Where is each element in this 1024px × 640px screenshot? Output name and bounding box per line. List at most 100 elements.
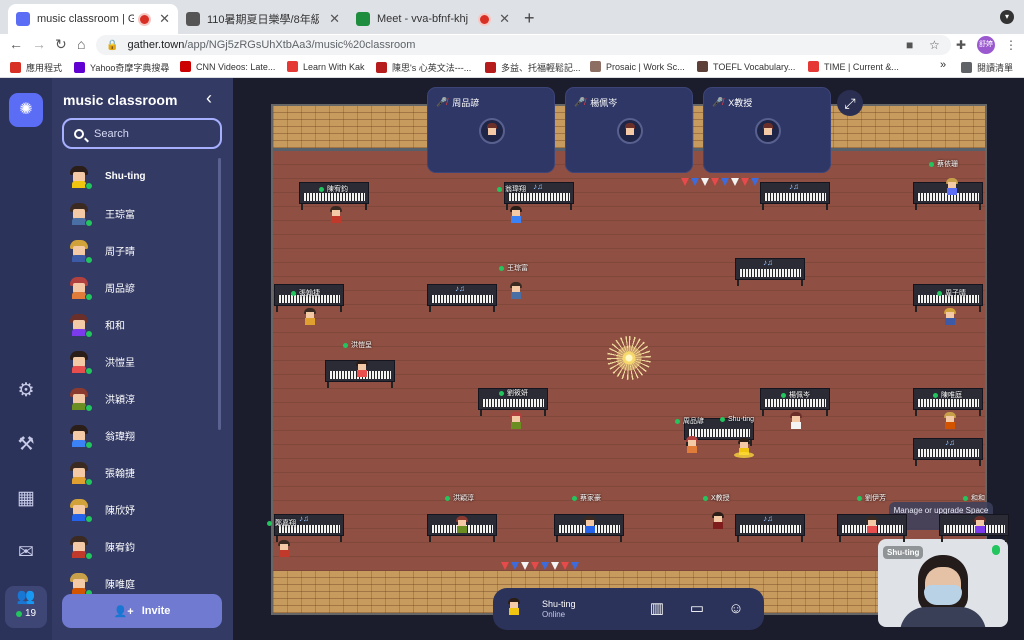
- video-tile-zhou-pinyan[interactable]: 🎤̸ 周品諺: [427, 87, 555, 173]
- player-avatar[interactable]: [945, 178, 959, 196]
- bookmark-toefl[interactable]: TOEFL Vocabulary...: [697, 61, 795, 72]
- video-tile-yang-peicen[interactable]: 🎤̸ 楊佩岑: [565, 87, 693, 173]
- participant-item[interactable]: 王琮富: [62, 195, 220, 232]
- player-avatar[interactable]: [329, 206, 343, 224]
- expand-video-icon[interactable]: ⤢: [837, 90, 863, 116]
- player-name-label: 陳唯庭: [933, 390, 962, 400]
- game-viewport[interactable]: 🎤̸ 周品諺 🎤̸ 楊佩岑 🎤̸ X教授 ⤢ Manage or upgrade Sp…: [233, 78, 1024, 640]
- player-avatar[interactable]: [509, 206, 523, 224]
- invite-button[interactable]: 👤+ Invite: [62, 594, 222, 628]
- bookmark-star-icon[interactable]: ☆: [929, 38, 940, 52]
- back-icon[interactable]: ←: [9, 36, 23, 52]
- new-tab-icon[interactable]: +: [524, 8, 535, 29]
- tab-summer-class[interactable]: 110暑期夏日樂學/8年級 ✕: [178, 4, 348, 34]
- search-input[interactable]: [94, 127, 204, 140]
- participant-item[interactable]: 張翰捷: [62, 454, 220, 491]
- participant-item[interactable]: 陳宥鈞: [62, 528, 220, 565]
- participant-item[interactable]: 翁瑋翔: [62, 417, 220, 454]
- online-status-icon: [85, 514, 93, 523]
- reload-icon[interactable]: ↻: [55, 36, 67, 53]
- gather-logo-icon[interactable]: ✺: [9, 93, 43, 127]
- bookmarks-overflow[interactable]: »: [940, 59, 946, 71]
- emote-smiley-icon[interactable]: ☺: [725, 598, 747, 620]
- player-avatar[interactable]: [943, 308, 957, 326]
- video-tile-professor-x[interactable]: 🎤̸ X教授: [703, 87, 831, 173]
- bookmark-toefl-vocab[interactable]: 多益、托福輕鬆記...: [485, 61, 581, 74]
- tab-gather[interactable]: music classroom | Gather ✕: [8, 4, 178, 34]
- self-camera-preview[interactable]: Shu-ting: [878, 539, 1008, 627]
- player-avatar[interactable]: [509, 282, 523, 300]
- participant-item[interactable]: 和和: [62, 306, 220, 343]
- player-avatar[interactable]: [355, 360, 369, 378]
- extensions-icon[interactable]: ✚: [956, 38, 966, 52]
- build-hammer-icon[interactable]: ⚒: [13, 432, 39, 458]
- player-avatar[interactable]: [455, 516, 469, 534]
- player-avatar[interactable]: [277, 540, 291, 558]
- address-bar[interactable]: 🔒 gather.town/app/NGj5zRGsUhXtbAa3/music…: [96, 35, 951, 55]
- bookmark-cnn[interactable]: CNN Videos: Late...: [180, 61, 275, 72]
- player-avatar[interactable]: [583, 516, 597, 534]
- tab-search-icon[interactable]: ▾: [1000, 10, 1014, 24]
- participant-name: 王琮富: [105, 210, 135, 221]
- forward-icon[interactable]: →: [32, 36, 46, 52]
- player-avatar[interactable]: [509, 412, 523, 430]
- player-name-label: 周品諺: [675, 416, 704, 426]
- participant-item[interactable]: 周品諺: [62, 269, 220, 306]
- player-name-label: Shu-ting: [720, 416, 754, 423]
- tab-title: music classroom | Gather: [37, 13, 135, 25]
- calendar-icon[interactable]: ▦: [13, 486, 39, 512]
- home-icon[interactable]: ⌂: [77, 36, 85, 52]
- participant-avatar: [68, 350, 93, 375]
- participants-button[interactable]: 👥 19: [5, 586, 47, 628]
- search-icon: [74, 128, 84, 139]
- player-avatar[interactable]: [303, 308, 317, 326]
- bookmark-yahoo-dict[interactable]: Yahoo奇摩字典搜尋: [74, 61, 169, 74]
- minimap-icon[interactable]: ▥: [646, 598, 668, 620]
- participant-list-scrollbar[interactable]: [218, 158, 221, 430]
- participant-avatar: [68, 165, 93, 190]
- participant-avatar: [68, 202, 93, 227]
- player-avatar[interactable]: [711, 512, 725, 530]
- player-avatar[interactable]: [685, 436, 699, 454]
- participant-item[interactable]: 洪穎淳: [62, 380, 220, 417]
- bookmark-kak[interactable]: Learn With Kak: [287, 61, 365, 72]
- self-avatar[interactable]: [507, 598, 525, 618]
- chat-icon[interactable]: ✉: [13, 540, 39, 566]
- reading-list-icon: [961, 62, 972, 73]
- player-avatar[interactable]: [973, 516, 987, 534]
- participant-item[interactable]: 周子晴: [62, 232, 220, 269]
- browser-tab-bar: music classroom | Gather ✕ 110暑期夏日樂學/8年級…: [0, 0, 1024, 34]
- self-player-avatar[interactable]: [734, 438, 754, 458]
- grammar-site-icon: [376, 62, 387, 73]
- participant-item[interactable]: 陳欣妤: [62, 491, 220, 528]
- bookmark-apps[interactable]: 應用程式: [10, 61, 62, 74]
- close-tab-icon[interactable]: ✕: [499, 11, 510, 27]
- close-tab-icon[interactable]: ✕: [159, 11, 170, 27]
- participant-item[interactable]: Shu-ting: [62, 158, 220, 195]
- browser-menu-icon[interactable]: ⋮: [1005, 38, 1017, 52]
- search-box[interactable]: [62, 118, 222, 149]
- close-tab-icon[interactable]: ✕: [329, 11, 340, 27]
- participant-item[interactable]: 洪愷呈: [62, 343, 220, 380]
- bookmark-grammar[interactable]: 陳思's 心英文法---...: [376, 61, 471, 74]
- sparkle-portal[interactable]: [607, 336, 651, 380]
- player-avatar[interactable]: [789, 412, 803, 430]
- online-status-icon: [85, 218, 93, 227]
- player-name-label: 王琮富: [499, 263, 528, 273]
- participant-avatar: [68, 461, 93, 486]
- bookmark-prosaic[interactable]: Prosaic | Work Sc...: [590, 61, 685, 72]
- player-avatar[interactable]: [943, 412, 957, 430]
- tab-meet[interactable]: Meet - vva-bfnf-khj ✕: [348, 4, 518, 34]
- player-avatar[interactable]: [865, 516, 879, 534]
- reading-list[interactable]: 閱讀清單: [961, 61, 1013, 74]
- settings-gear-icon[interactable]: ⚙: [13, 378, 39, 404]
- camera-person-shoulders: [900, 607, 986, 627]
- profile-avatar[interactable]: 舒婷: [977, 36, 995, 54]
- collapse-chevron-icon[interactable]: ‹: [206, 88, 212, 109]
- camera-in-use-icon[interactable]: ■: [906, 38, 913, 52]
- screen-share-icon[interactable]: ▭: [686, 598, 708, 620]
- participants-panel: music classroom ‹ Shu-ting 王琮富周子晴周品諺和和洪愷呈…: [52, 78, 233, 640]
- bookmark-time[interactable]: TIME | Current &...: [808, 61, 899, 72]
- tab-title: 110暑期夏日樂學/8年級: [207, 14, 320, 26]
- time-icon: [808, 61, 819, 72]
